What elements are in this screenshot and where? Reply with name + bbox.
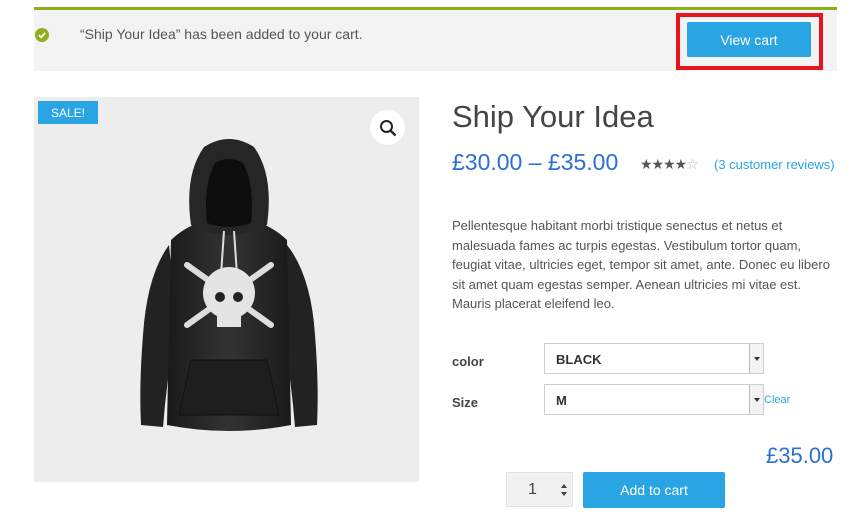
quantity-stepper[interactable]: 1 xyxy=(506,472,573,507)
price-range: £30.00 – £35.00 xyxy=(452,149,619,175)
hoodie-image xyxy=(140,139,318,431)
size-select[interactable]: M xyxy=(544,384,764,415)
size-select-value: M xyxy=(556,393,567,408)
product-title: Ship Your Idea xyxy=(452,99,654,134)
variation-price: £35.00 xyxy=(766,443,834,468)
check-circle-icon xyxy=(35,28,49,42)
notice-message: “Ship Your Idea” has been added to your … xyxy=(80,26,363,42)
clear-variations-link[interactable]: Clear xyxy=(764,394,790,406)
size-label: Size xyxy=(452,395,479,410)
sale-badge: SALE! xyxy=(38,101,98,124)
product-description: Pellentesque habitant morbi tristique se… xyxy=(452,218,830,311)
product-gallery[interactable]: SALE! xyxy=(34,97,419,482)
quantity-value: 1 xyxy=(528,481,537,498)
color-select[interactable]: BLACK xyxy=(544,343,764,374)
star-rating: ★★★★☆ xyxy=(640,156,699,173)
spinner-arrows-icon[interactable] xyxy=(559,480,569,500)
magnifier-icon[interactable] xyxy=(370,110,405,145)
star-empty-icon: ☆ xyxy=(686,156,699,172)
star-icon: ★★★★ xyxy=(640,156,687,172)
view-cart-button[interactable]: View cart xyxy=(687,22,811,57)
color-select-value: BLACK xyxy=(556,352,602,367)
chevron-down-icon xyxy=(749,385,763,414)
reviews-link[interactable]: (3 customer reviews) xyxy=(714,157,835,172)
chevron-down-icon xyxy=(749,344,763,373)
add-to-cart-button[interactable]: Add to cart xyxy=(583,472,725,508)
color-label: color xyxy=(452,354,484,369)
